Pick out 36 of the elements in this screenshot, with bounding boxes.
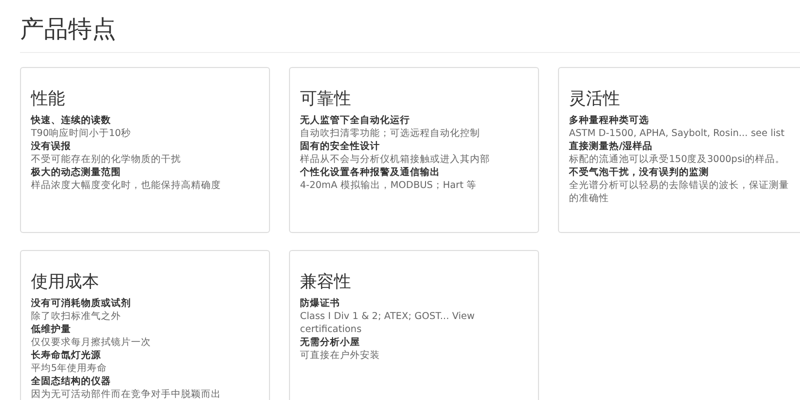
feature-description: 因为无可活动部件而在竞争对手中脱颖而出 <box>31 388 222 400</box>
feature-heading: 极大的动态测量范围 <box>31 166 122 179</box>
feature-description: 4-20mA 模拟输出，MODBUS；Hart 等 <box>300 179 478 192</box>
feature-heading: 防爆证书 <box>300 297 341 310</box>
card-title: 兼容性 <box>300 271 352 293</box>
feature-description: 样品浓度大幅度变化时，也能保持高精确度 <box>31 179 222 192</box>
feature-description: 自动吹扫清零功能；可选远程自动化控制 <box>300 127 481 140</box>
feature-heading: 无人监管下全自动化运行 <box>300 114 411 127</box>
feature-heading: 固有的安全性设计 <box>300 140 381 153</box>
feature-description: 标配的流通池可以承受150度及3000psi的样品。 <box>569 153 786 166</box>
card-title: 灵活性 <box>569 88 621 110</box>
feature-description: 平均5年使用寿命 <box>31 362 108 375</box>
feature-description: Class I Div 1 & 2; ATEX; GOST... View certifications <box>300 310 476 336</box>
feature-heading: 全固态结构的仪器 <box>31 375 112 388</box>
card-title: 性能 <box>31 88 66 110</box>
feature-description: 除了吹扫标准气之外 <box>31 310 122 323</box>
feature-heading: 快速、连续的读数 <box>31 114 112 127</box>
feature-description: 可直接在户外安装 <box>300 349 381 362</box>
feature-heading: 不受气泡干扰，没有误判的监测 <box>569 166 710 179</box>
feature-description: T90响应时间小于10秒 <box>31 127 132 140</box>
feature-description: 全光谱分析可以轻易的去除错误的波长，保证测量的准确性 <box>569 179 790 205</box>
feature-description: ASTM D-1500, APHA, Saybolt, Rosin... see list <box>569 127 786 140</box>
feature-description: 不受可能存在别的化学物质的干扰 <box>31 153 182 166</box>
feature-heading: 没有误报 <box>31 140 72 153</box>
feature-heading: 无需分析小屋 <box>300 336 361 349</box>
feature-heading: 低维护量 <box>31 323 72 336</box>
card-title: 使用成本 <box>31 271 100 293</box>
feature-description: 仅仅要求每月擦拭镜片一次 <box>31 336 152 349</box>
feature-description: 样品从不会与分析仪机箱接触或进入其内部 <box>300 153 491 166</box>
page-title: 产品特点 <box>20 14 117 44</box>
feature-heading: 长寿命氙灯光源 <box>31 349 102 362</box>
feature-heading: 多种量程种类可选 <box>569 114 650 127</box>
feature-heading: 直接测量热/湿样品 <box>569 140 654 153</box>
feature-heading: 个性化设置各种报警及通信输出 <box>300 166 441 179</box>
feature-heading: 没有可消耗物质或试剂 <box>31 297 132 310</box>
card-title: 可靠性 <box>300 88 352 110</box>
